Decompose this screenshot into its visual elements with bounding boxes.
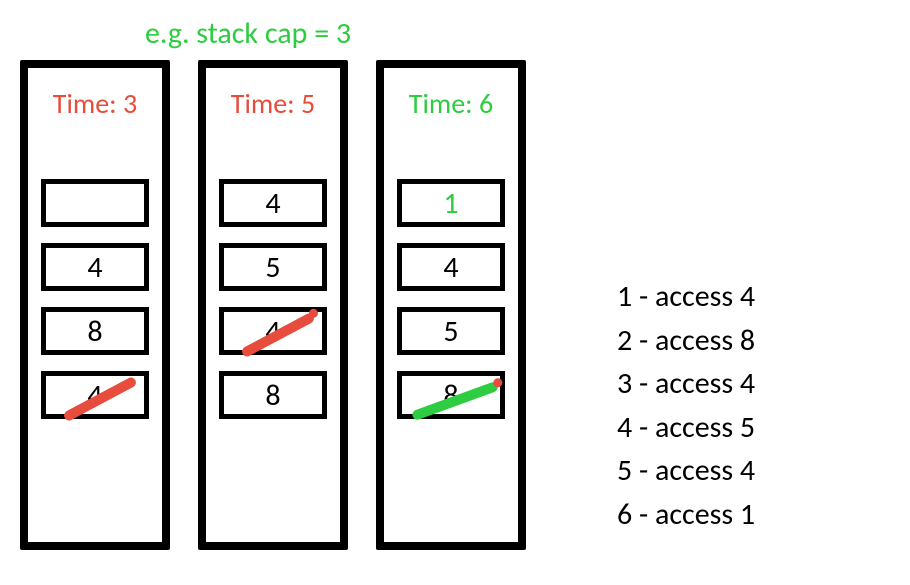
cell-value: 5 [265, 249, 280, 286]
log-line: 2 - access 8 [617, 319, 755, 363]
cell-value: 8 [87, 313, 102, 350]
cell-value: 4 [265, 185, 280, 222]
stack-cell: 8 [219, 371, 327, 419]
log-line: 3 - access 4 [617, 362, 755, 406]
time-label: Time: 3 [53, 86, 137, 121]
log-line: 1 - access 4 [617, 275, 755, 319]
diagram-title: e.g. stack cap = 3 [145, 15, 351, 52]
cell-value: 4 [443, 249, 458, 286]
cell-value: 5 [443, 313, 458, 350]
stack-time-5: Time: 5 4 5 4 8 [198, 60, 348, 550]
stack-cell-evicted: 4 [41, 371, 149, 419]
stack-cell-inserted: 1 [397, 179, 505, 227]
stack-cell: 8 [41, 307, 149, 355]
time-label: Time: 6 [409, 86, 493, 121]
stack-cell: 4 [41, 243, 149, 291]
log-line: 6 - access 1 [617, 493, 755, 537]
cell-value: 8 [265, 377, 280, 414]
stack-cell: 5 [397, 307, 505, 355]
access-log: 1 - access 4 2 - access 8 3 - access 4 4… [617, 275, 755, 536]
stack-cell [41, 179, 149, 227]
stack-cell-evicted: 8 [397, 371, 505, 419]
stack-cell: 5 [219, 243, 327, 291]
stack-time-3: Time: 3 4 8 4 [20, 60, 170, 550]
time-label: Time: 5 [231, 86, 315, 121]
stack-cell: 4 [397, 243, 505, 291]
cell-value: 4 [87, 249, 102, 286]
cell-value: 1 [443, 185, 458, 222]
log-line: 5 - access 4 [617, 449, 755, 493]
log-line: 4 - access 5 [617, 406, 755, 450]
stack-cell: 4 [219, 179, 327, 227]
stack-cell-evicted: 4 [219, 307, 327, 355]
stack-time-6: Time: 6 1 4 5 8 [376, 60, 526, 550]
stacks-row: Time: 3 4 8 4 Time: 5 4 5 4 8 Time: 6 1 … [20, 60, 526, 550]
